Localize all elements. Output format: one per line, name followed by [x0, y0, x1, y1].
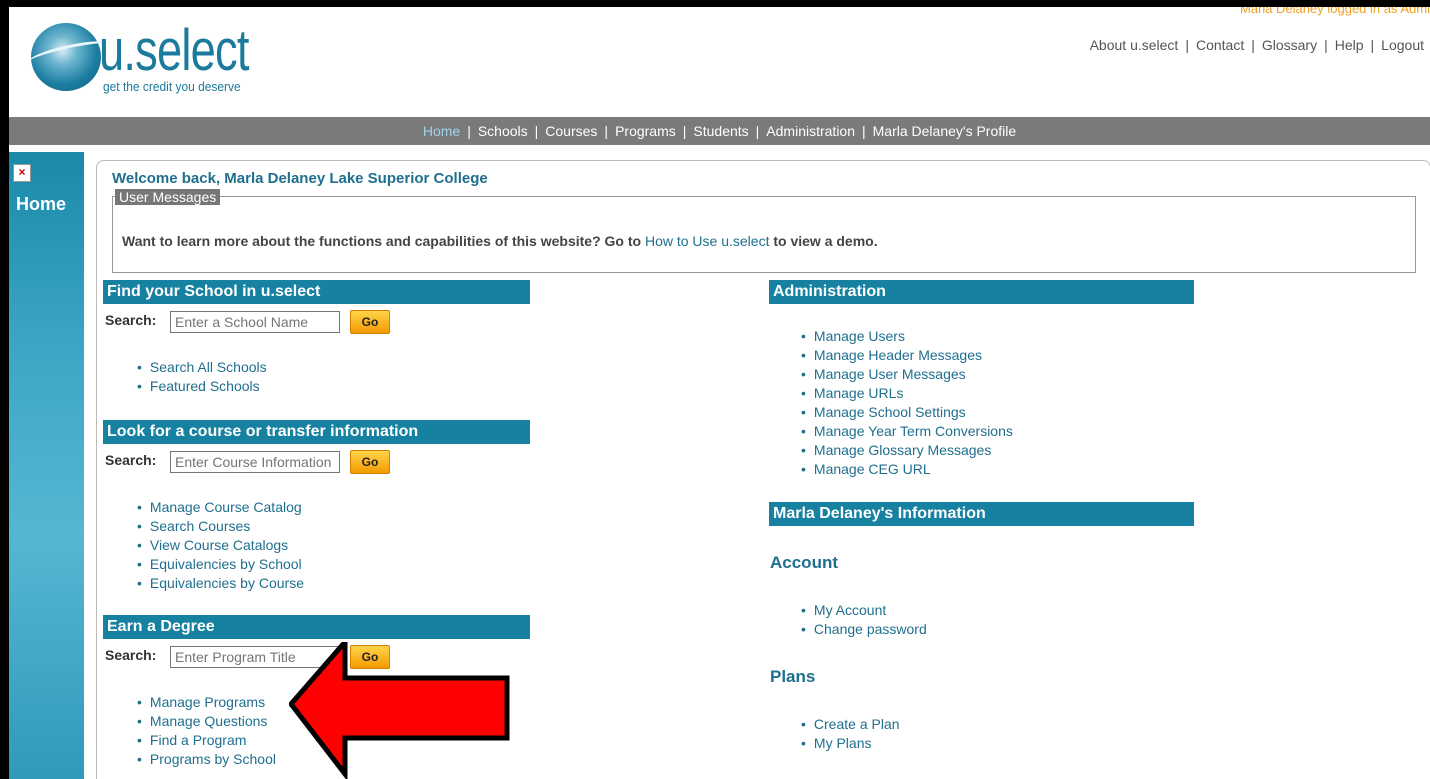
list-item[interactable]: Manage Header Messages	[801, 346, 1013, 365]
info-header: Marla Delaney's Information	[769, 502, 1194, 526]
message-text-before: Want to learn more about the functions a…	[122, 233, 645, 249]
degree-header: Earn a Degree	[103, 615, 530, 639]
account-heading: Account	[770, 553, 838, 572]
red-arrow-annotation	[289, 642, 510, 779]
logout-link[interactable]: Logout	[1381, 37, 1424, 53]
welcome-text: Welcome back, Marla Delaney Lake Superio…	[112, 170, 488, 187]
list-item[interactable]: My Account	[801, 601, 927, 620]
plans-links: Create a Plan My Plans	[801, 715, 900, 753]
user-message-text: Want to learn more about the functions a…	[122, 233, 878, 249]
left-rail	[9, 152, 84, 779]
help-link[interactable]: Help	[1335, 37, 1364, 53]
course-search-label: Search:	[105, 452, 157, 468]
nav-schools[interactable]: Schools	[478, 123, 528, 139]
school-links: Search All Schools Featured Schools	[137, 358, 267, 396]
list-item[interactable]: Search All Schools	[137, 358, 267, 377]
list-item[interactable]: Create a Plan	[801, 715, 900, 734]
rail-title: Home	[16, 194, 67, 214]
message-text-after: to view a demo.	[769, 233, 878, 249]
list-item[interactable]: Manage Users	[801, 327, 1013, 346]
list-item[interactable]: Manage URLs	[801, 384, 1013, 403]
list-item[interactable]: Search Courses	[137, 517, 304, 536]
course-search-input[interactable]	[170, 451, 340, 473]
list-item[interactable]: Featured Schools	[137, 377, 267, 396]
list-item[interactable]: Manage Questions	[137, 712, 276, 731]
how-to-use-link[interactable]: How to Use u.select	[645, 233, 770, 249]
school-search-row: Search: Go	[105, 310, 390, 334]
account-links: My Account Change password	[801, 601, 927, 639]
list-item[interactable]: Manage Programs	[137, 693, 276, 712]
top-links: About u.select | Contact | Glossary | Help | Log…	[1089, 37, 1424, 53]
list-item[interactable]: Change password	[801, 620, 927, 639]
plans-heading: Plans	[770, 667, 816, 686]
page-frame: u.select get the credit you deserve Marl…	[9, 7, 1430, 779]
list-item[interactable]: My Plans	[801, 734, 900, 753]
glossary-link[interactable]: Glossary	[1262, 37, 1317, 53]
course-links: Manage Course Catalog Search Courses Vie…	[137, 498, 304, 593]
school-search-input[interactable]	[170, 311, 340, 333]
logo-text: u.select	[99, 18, 249, 83]
nav-courses[interactable]: Courses	[545, 123, 597, 139]
list-item[interactable]: Manage User Messages	[801, 365, 1013, 384]
list-item[interactable]: Equivalencies by Course	[137, 574, 304, 593]
nav-profile[interactable]: Marla Delaney's Profile	[873, 123, 1017, 139]
main-nav: Home | Schools | Courses | Programs | Students | A…	[9, 117, 1430, 145]
school-go-button[interactable]: Go	[350, 310, 390, 334]
administration-links: Manage Users Manage Header Messages Mana…	[801, 327, 1013, 479]
list-item[interactable]: Manage CEG URL	[801, 460, 1013, 479]
list-item[interactable]: Manage Course Catalog	[137, 498, 304, 517]
degree-links: Manage Programs Manage Questions Find a …	[137, 693, 276, 769]
close-icon[interactable]: ×	[13, 164, 31, 182]
administration-header: Administration	[769, 280, 1194, 304]
list-item[interactable]: Equivalencies by School	[137, 555, 304, 574]
about-link[interactable]: About u.select	[1090, 37, 1179, 53]
degree-search-label: Search:	[105, 647, 157, 663]
course-header: Look for a course or transfer informatio…	[103, 420, 530, 444]
course-search-row: Search: Go	[105, 450, 390, 474]
logo-tagline: get the credit you deserve	[103, 79, 241, 94]
list-item[interactable]: Programs by School	[137, 750, 276, 769]
find-school-header: Find your School in u.select	[103, 280, 530, 304]
nav-home[interactable]: Home	[423, 123, 460, 139]
list-item[interactable]: Manage School Settings	[801, 403, 1013, 422]
list-item[interactable]: Find a Program	[137, 731, 276, 750]
contact-link[interactable]: Contact	[1196, 37, 1244, 53]
list-item[interactable]: Manage Year Term Conversions	[801, 422, 1013, 441]
course-go-button[interactable]: Go	[350, 450, 390, 474]
login-status: Marla Delaney logged in as Admi	[1239, 7, 1430, 16]
school-search-label: Search:	[105, 312, 157, 328]
nav-students[interactable]: Students	[693, 123, 748, 139]
nav-administration[interactable]: Administration	[766, 123, 855, 139]
degree-search-row: Search: Go	[105, 645, 390, 669]
list-item[interactable]: Manage Glossary Messages	[801, 441, 1013, 460]
user-messages-legend: User Messages	[115, 189, 221, 205]
nav-programs[interactable]: Programs	[615, 123, 676, 139]
list-item[interactable]: View Course Catalogs	[137, 536, 304, 555]
